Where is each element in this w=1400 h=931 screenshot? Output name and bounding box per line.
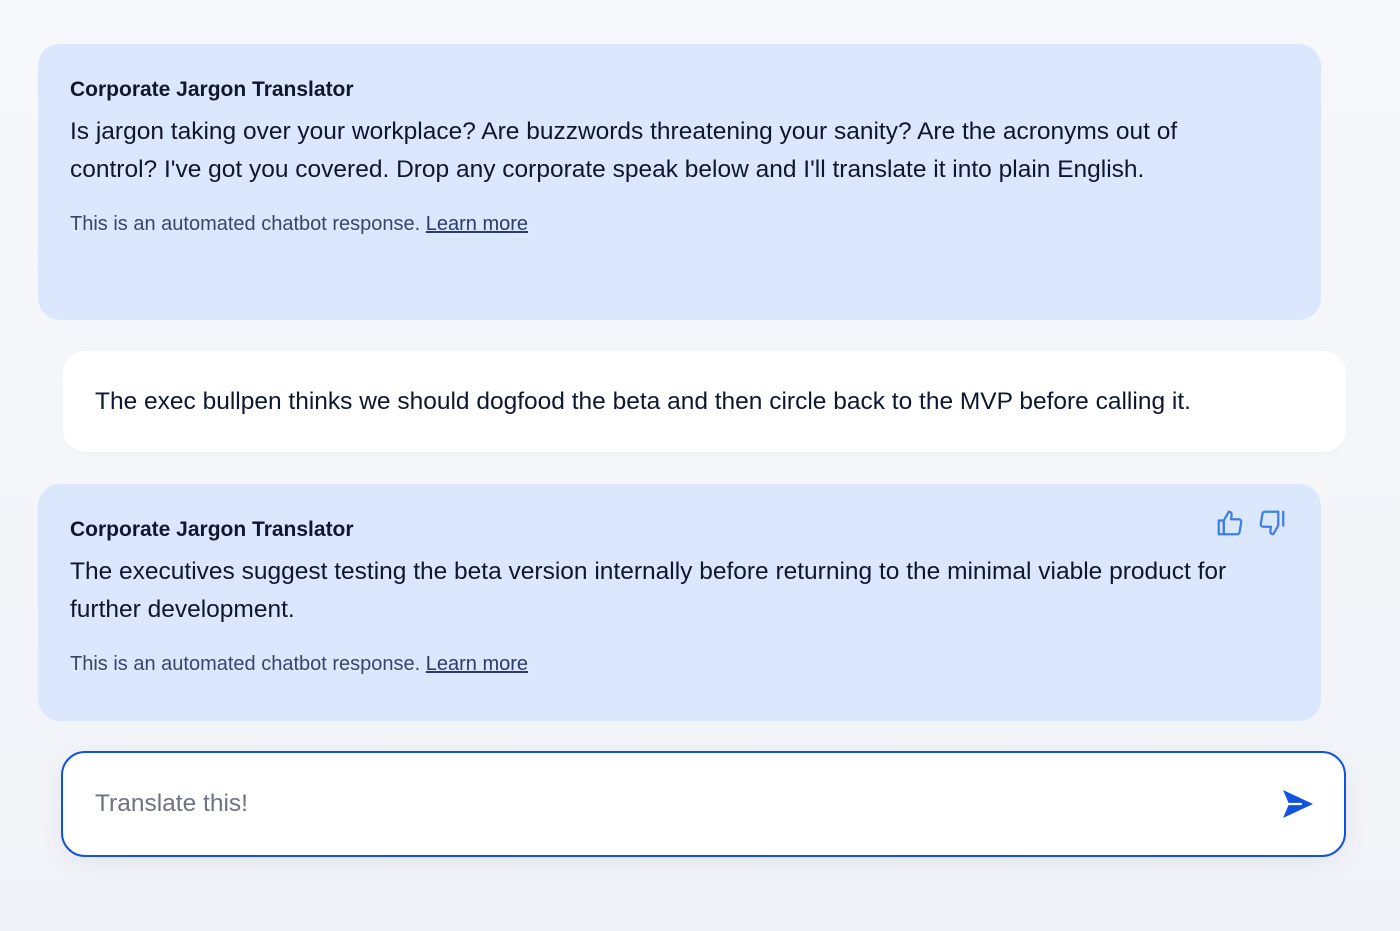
learn-more-link[interactable]: Learn more [426,653,528,675]
feedback-controls [1215,508,1287,538]
learn-more-link[interactable]: Learn more [426,213,528,235]
user-message: The exec bullpen thinks we should dogfoo… [63,351,1346,452]
automated-response-disclaimer: This is an automated chatbot response. L… [70,651,1289,677]
bot-sender-name: Corporate Jargon Translator [70,518,354,541]
disclaimer-text: This is an automated chatbot response. [70,213,421,235]
send-icon[interactable] [1280,786,1316,822]
thumbs-down-icon[interactable] [1257,508,1287,538]
bot-message-reply: Corporate Jargon Translator The executiv… [38,484,1321,721]
bot-message-welcome: Corporate Jargon Translator Is jargon ta… [38,44,1321,320]
thumbs-up-icon[interactable] [1215,508,1245,538]
bot-sender-name: Corporate Jargon Translator [70,78,354,101]
user-message-text: The exec bullpen thinks we should dogfoo… [95,387,1191,415]
automated-response-disclaimer: This is an automated chatbot response. L… [70,211,1289,237]
message-composer [61,751,1346,857]
bot-message-text: Is jargon taking over your workplace? Ar… [70,118,1178,183]
bot-message-text: The executives suggest testing the beta … [70,558,1227,623]
message-input[interactable] [95,790,1280,818]
disclaimer-text: This is an automated chatbot response. [70,653,421,675]
